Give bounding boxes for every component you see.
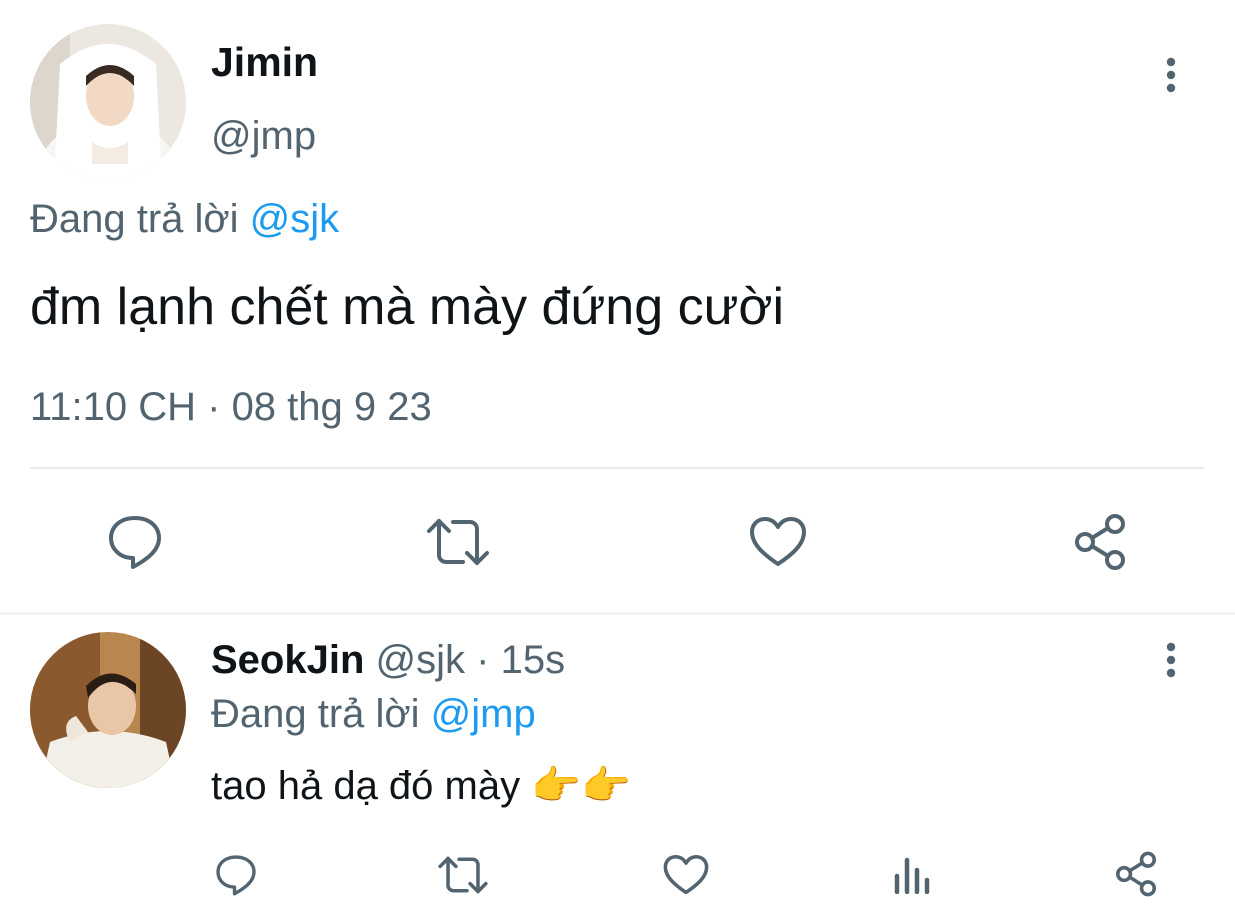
reply-header: SeokJin @sjk · 15s bbox=[211, 636, 565, 684]
mention-link[interactable]: @sjk bbox=[250, 197, 340, 241]
retweet-icon bbox=[426, 519, 489, 565]
author-name[interactable]: Jimin bbox=[211, 38, 318, 86]
pointing-emoji: 👉👉 bbox=[531, 764, 631, 808]
reply-icon bbox=[216, 855, 256, 896]
reply-text-line: tao hả dạ đó mày 👉👉 bbox=[211, 762, 631, 810]
tweet-text: đm lạnh chết mà mày đứng cười bbox=[30, 278, 785, 336]
reply-icon bbox=[109, 516, 161, 569]
more-vertical-icon bbox=[1166, 57, 1176, 93]
replying-prefix: Đang trả lời bbox=[30, 197, 239, 241]
reply-text: tao hả dạ đó mày bbox=[211, 764, 521, 808]
share-icon bbox=[1075, 514, 1125, 570]
reply-retweet-button[interactable] bbox=[434, 852, 492, 898]
like-icon bbox=[663, 854, 709, 895]
more-vertical-icon bbox=[1166, 642, 1176, 678]
replying-to-line: Đang trả lời @sjk bbox=[30, 195, 339, 243]
avatar-jimin[interactable] bbox=[30, 24, 186, 180]
reply-replying-to-line: Đang trả lời @jmp bbox=[211, 690, 536, 738]
views-icon bbox=[894, 857, 930, 894]
mention-link[interactable]: @jmp bbox=[431, 692, 536, 736]
reply-reply-button[interactable] bbox=[210, 852, 262, 898]
share-button[interactable] bbox=[1065, 510, 1135, 574]
section-divider bbox=[0, 612, 1235, 615]
avatar-seokjin[interactable] bbox=[30, 632, 186, 788]
reply-author-handle[interactable]: @sjk bbox=[376, 638, 466, 682]
reply-author-name[interactable]: SeokJin bbox=[211, 638, 364, 682]
separator-dot: · bbox=[476, 638, 490, 682]
reply-button[interactable] bbox=[100, 510, 170, 574]
reply-more-options-button[interactable] bbox=[1151, 640, 1191, 680]
tweet-timestamp[interactable]: 11:10 CH · 08 thg 9 23 bbox=[30, 383, 432, 431]
more-options-button[interactable] bbox=[1151, 55, 1191, 95]
divider bbox=[30, 467, 1204, 469]
reply-share-button[interactable] bbox=[1110, 850, 1162, 898]
reply-like-button[interactable] bbox=[660, 852, 712, 898]
reply-age[interactable]: 15s bbox=[501, 638, 566, 682]
retweet-button[interactable] bbox=[420, 510, 495, 574]
reply-views-button[interactable] bbox=[886, 852, 938, 898]
replying-prefix: Đang trả lời bbox=[211, 692, 420, 736]
share-icon bbox=[1115, 851, 1157, 897]
like-icon bbox=[750, 517, 806, 566]
author-handle[interactable]: @jmp bbox=[211, 112, 316, 160]
like-button[interactable] bbox=[744, 510, 812, 574]
retweet-icon bbox=[438, 856, 488, 894]
